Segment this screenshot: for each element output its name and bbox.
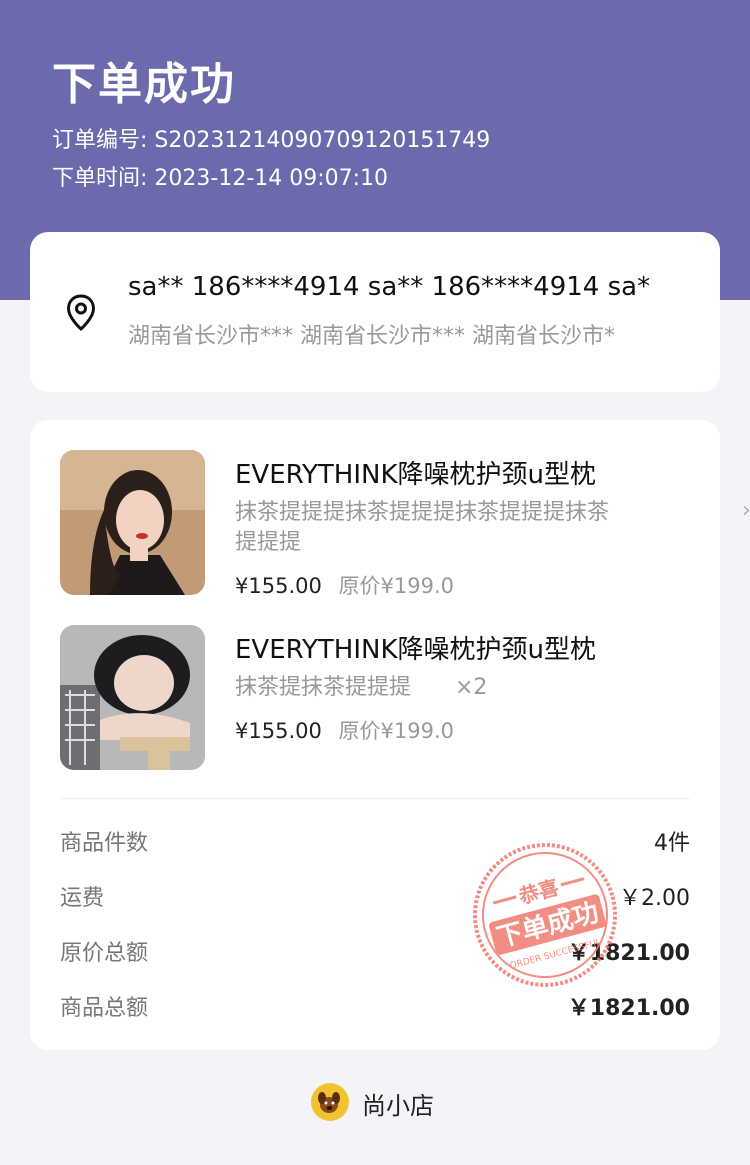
product-image xyxy=(60,450,205,595)
recipient-name-phone: sa** 186****4914 sa** 186****4914 sa* xyxy=(128,272,651,302)
product-spec: 抹茶提抹茶提提提 xyxy=(235,675,412,700)
product-original-price: 原价¥199.0 xyxy=(338,719,455,743)
product-price: ¥155.00 xyxy=(235,574,322,598)
product-quantity: ×2 xyxy=(455,675,488,700)
goods-card: EVERYTHINK降噪枕护颈u型枕 抹茶提提提抹茶提提提抹茶提提提抹茶提提提 … xyxy=(30,420,750,1050)
summary-goods-total-row: 商品总额 ￥1821.00 xyxy=(60,990,690,1022)
summary-goods-total-value: ￥1821.00 xyxy=(567,996,690,1021)
product-original-price: 原价¥199.0 xyxy=(338,574,455,598)
product-image xyxy=(60,625,205,770)
address-card[interactable]: sa** 186****4914 sa** 186****4914 sa* 湖南… xyxy=(30,232,720,392)
summary-goods-total-label: 商品总额 xyxy=(60,996,149,1021)
order-number: 订单编号: S20231214090709120151749 xyxy=(52,128,491,153)
product-name: EVERYTHINK降噪枕护颈u型枕 xyxy=(235,460,597,490)
product-spec: 抹茶提提提抹茶提提提抹茶提提提抹茶提提提 xyxy=(235,500,610,555)
product-price: ¥155.00 xyxy=(235,719,322,743)
order-success-stamp: 恭喜 下单成功 ORDER SUCCESSFUL xyxy=(473,843,617,987)
stamp-top-text: 恭喜 xyxy=(515,875,561,909)
location-pin-icon xyxy=(66,294,96,331)
divider xyxy=(60,798,690,799)
goods-item[interactable]: EVERYTHINK降噪枕护颈u型枕 抹茶提提提抹茶提提提抹茶提提提抹茶提提提 … xyxy=(60,450,700,600)
chevron-right-icon[interactable]: › xyxy=(742,498,750,523)
page-title: 下单成功 xyxy=(52,59,236,110)
summary-shipping-value: ￥2.00 xyxy=(619,886,690,911)
summary-shipping-label: 运费 xyxy=(60,886,105,911)
summary-count-value: 4件 xyxy=(654,831,690,856)
product-name: EVERYTHINK降噪枕护颈u型枕 xyxy=(235,635,597,665)
goods-item[interactable]: EVERYTHINK降噪枕护颈u型枕 抹茶提抹茶提提提 ×2 ¥155.00 原… xyxy=(60,625,700,775)
summary-count-label: 商品件数 xyxy=(60,831,149,856)
shop-logo-icon xyxy=(311,1083,349,1121)
footer: 尚小店 xyxy=(0,1080,750,1124)
recipient-address: 湖南省长沙市*** 湖南省长沙市*** 湖南省长沙市* xyxy=(128,324,615,349)
order-time: 下单时间: 2023-12-14 09:07:10 xyxy=(52,166,389,191)
summary-original-total-label: 原价总额 xyxy=(60,941,149,966)
product-price-row: ¥155.00 原价¥199.0 xyxy=(235,570,454,600)
product-price-row: ¥155.00 原价¥199.0 xyxy=(235,715,454,745)
shop-name[interactable]: 尚小店 xyxy=(362,1086,434,1121)
